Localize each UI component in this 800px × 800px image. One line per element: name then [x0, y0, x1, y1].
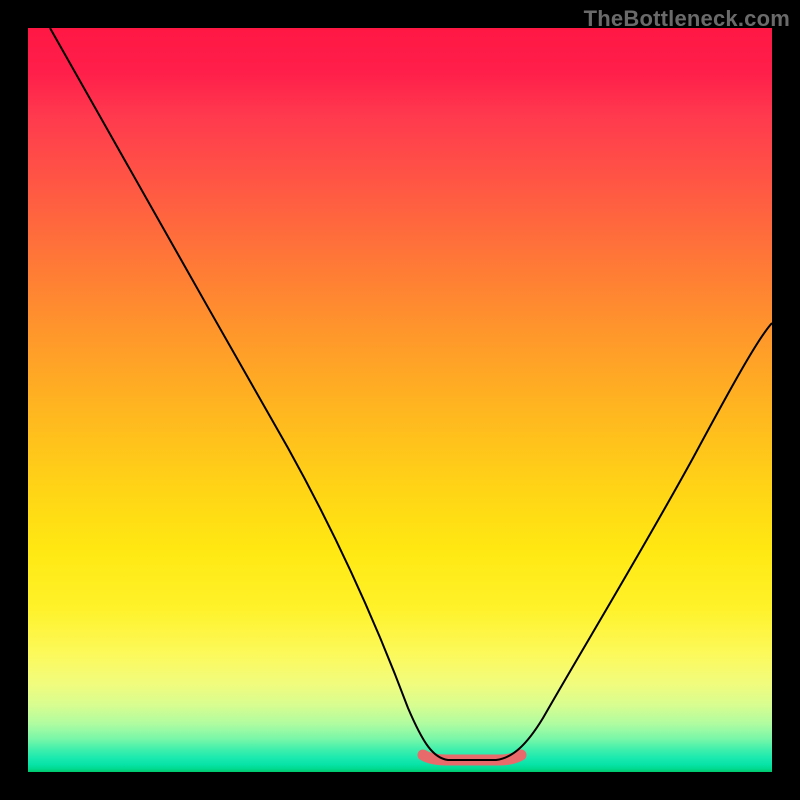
chart-frame: TheBottleneck.com [0, 0, 800, 800]
plot-area [28, 28, 772, 772]
watermark-text: TheBottleneck.com [584, 6, 790, 32]
bottleneck-curve-path [50, 28, 772, 760]
chart-svg [28, 28, 772, 772]
